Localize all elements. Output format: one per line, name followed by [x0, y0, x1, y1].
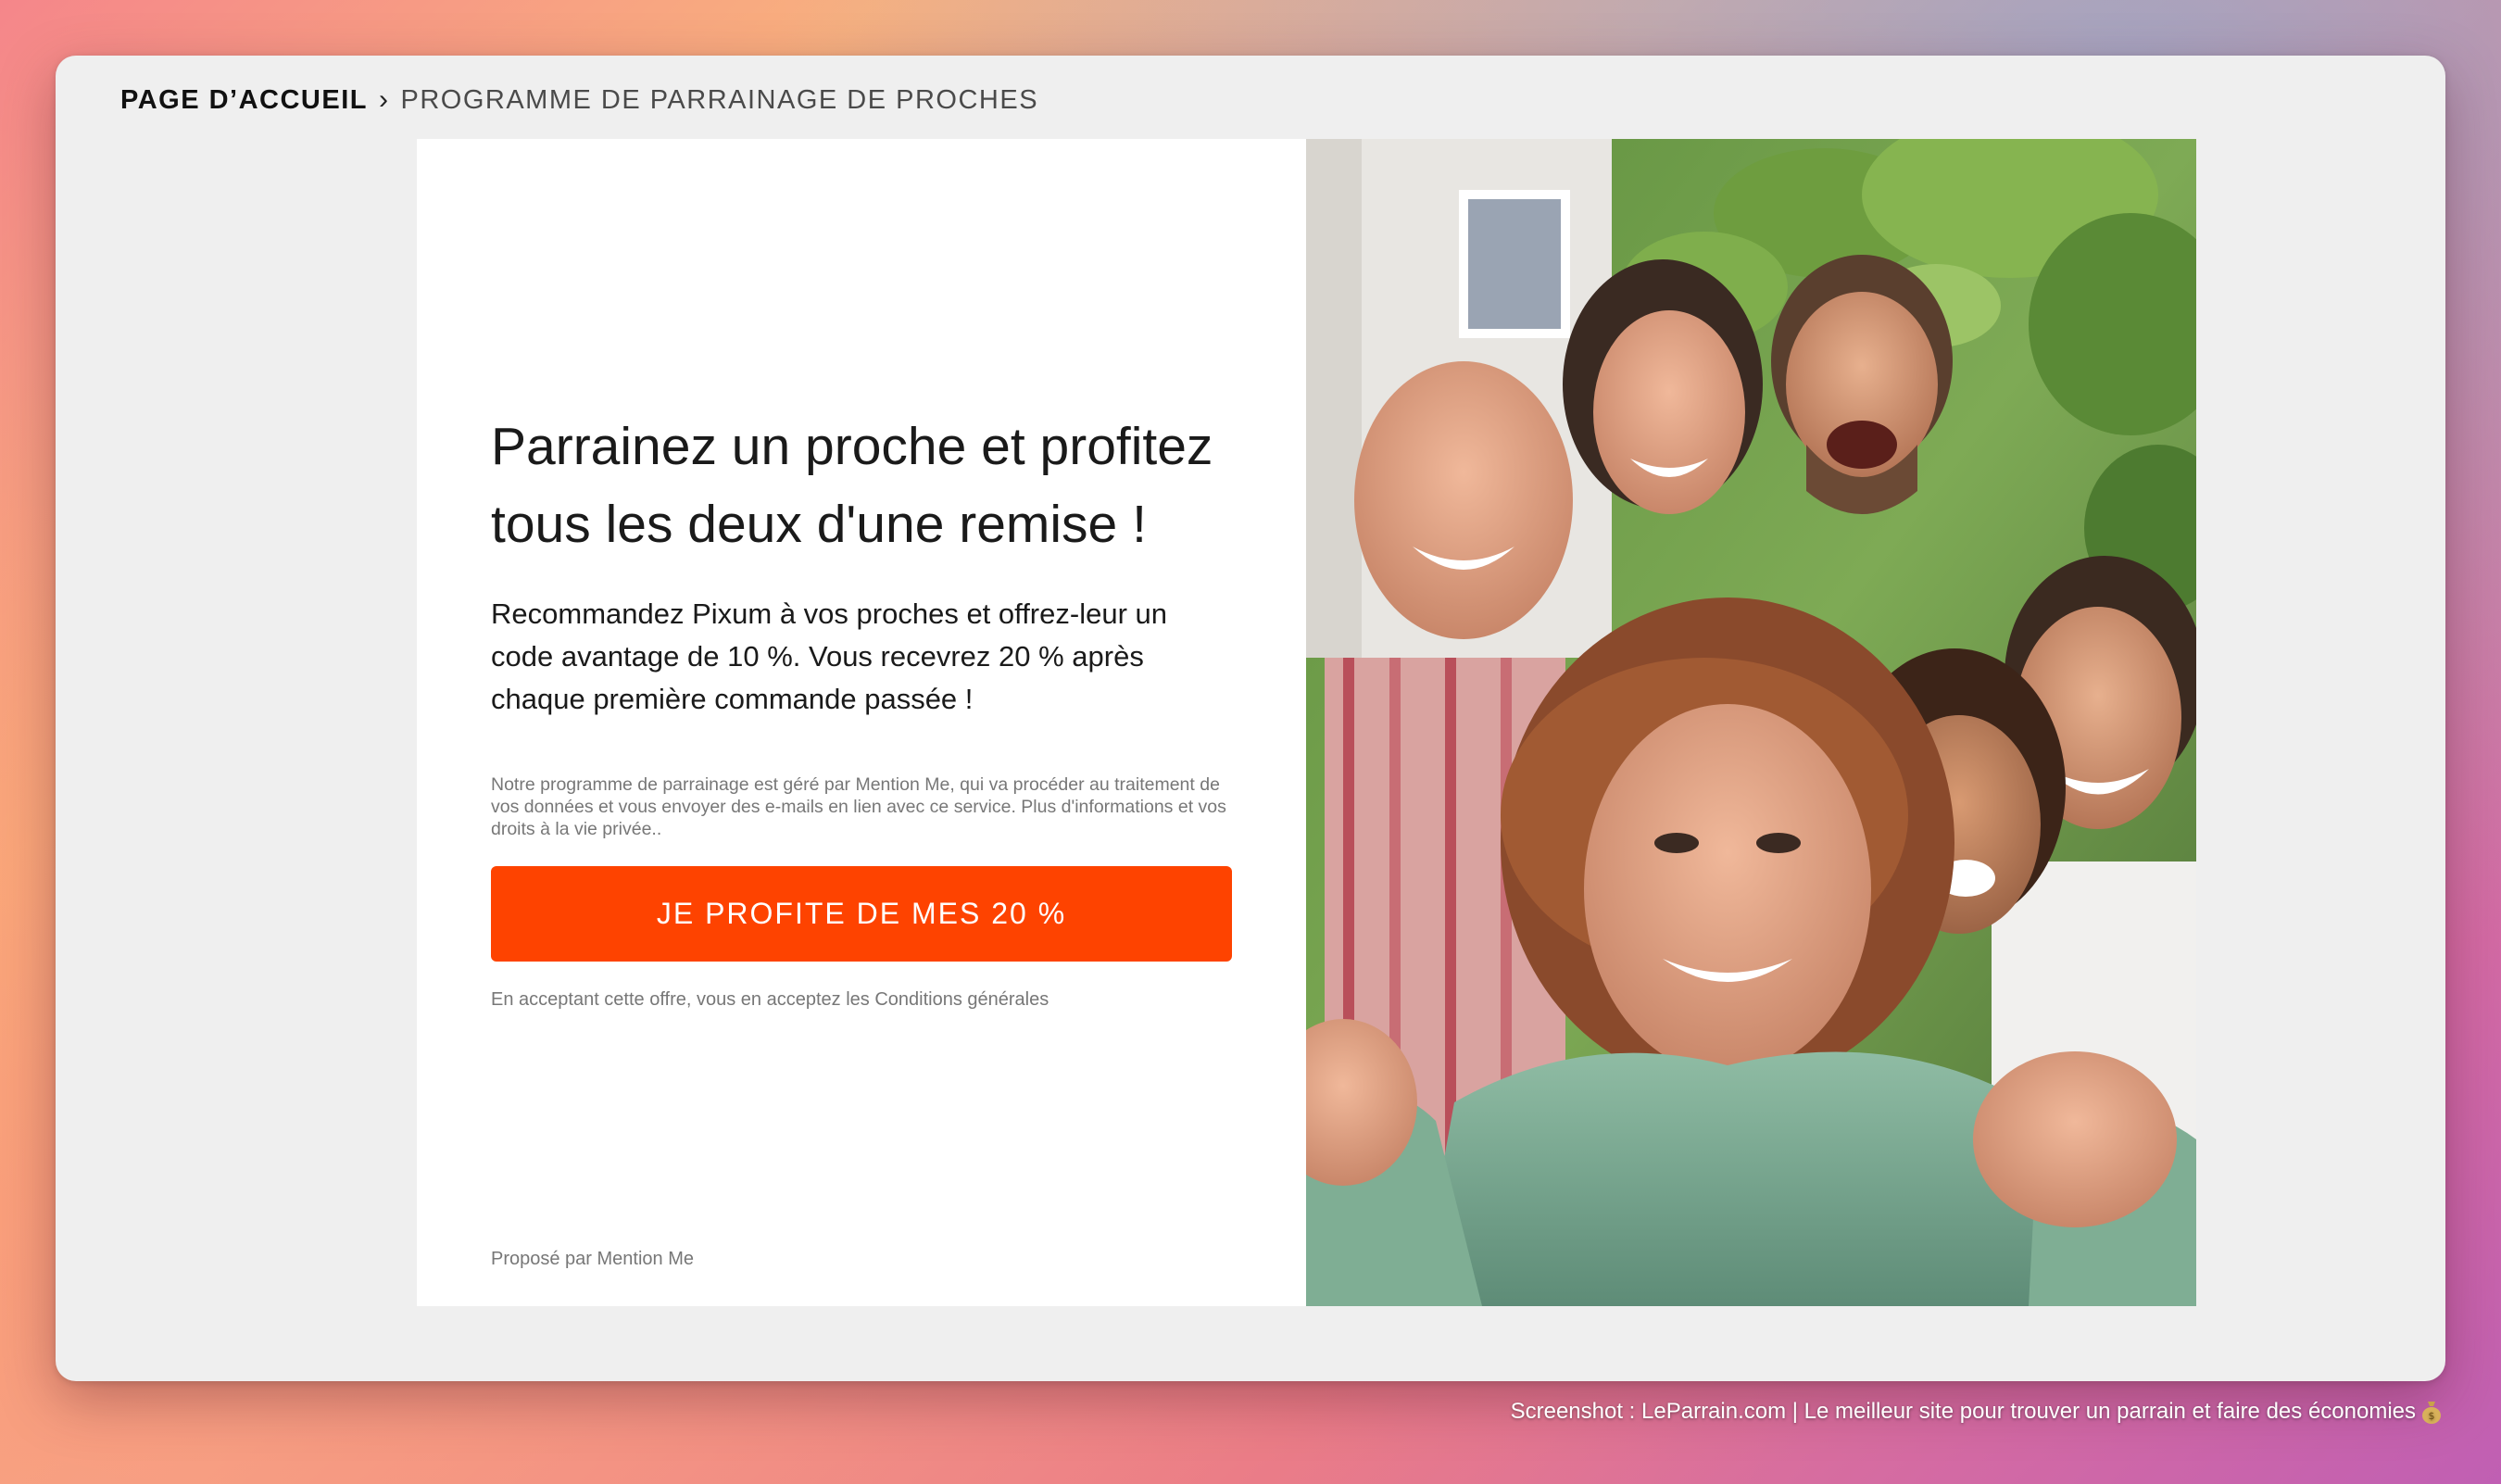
- group-selfie-photo: [1306, 139, 2196, 1306]
- claim-offer-button[interactable]: JE PROFITE DE MES 20 %: [491, 866, 1232, 962]
- powered-by-mention-me[interactable]: Proposé par Mention Me: [491, 1249, 694, 1270]
- money-bag-icon: $: [2421, 1400, 2442, 1424]
- caption-text: Screenshot : LeParrain.com | Le meilleur…: [1510, 1399, 2416, 1424]
- breadcrumb: PAGE D’ACCUEIL › PROGRAMME DE PARRAINAGE…: [120, 72, 1038, 128]
- referral-content-panel: Parrainez un proche et profitez tous les…: [417, 139, 1306, 1306]
- privacy-notice[interactable]: Notre programme de parrainage est géré p…: [491, 773, 1232, 840]
- referral-card: Parrainez un proche et profitez tous les…: [417, 139, 2196, 1306]
- browser-window: PAGE D’ACCUEIL › PROGRAMME DE PARRAINAGE…: [56, 56, 2445, 1381]
- page-title: Parrainez un proche et profitez tous les…: [491, 417, 1213, 554]
- chevron-right-icon: ›: [378, 84, 390, 115]
- breadcrumb-current: PROGRAMME DE PARRAINAGE DE PROCHES: [400, 84, 1039, 115]
- hero-photo: [1306, 139, 2196, 1306]
- referral-description: Recommandez Pixum à vos proches et offre…: [491, 597, 1167, 715]
- terms-notice[interactable]: En acceptant cette offre, vous en accept…: [491, 989, 1049, 1011]
- screenshot-caption: Screenshot : LeParrain.com | Le meilleur…: [1511, 1399, 2442, 1425]
- breadcrumb-home-link[interactable]: PAGE D’ACCUEIL: [120, 85, 368, 116]
- svg-text:$: $: [2429, 1410, 2435, 1422]
